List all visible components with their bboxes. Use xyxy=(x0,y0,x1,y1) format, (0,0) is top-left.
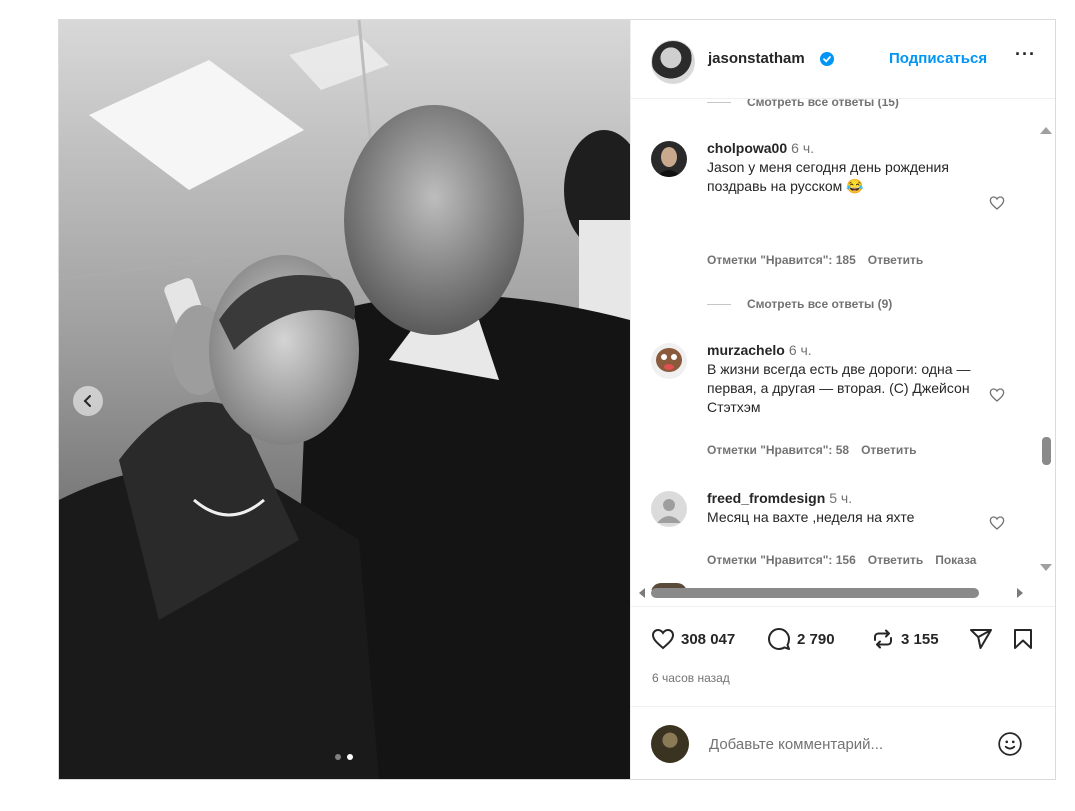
view-replies-link[interactable]: Смотреть все ответы (15) xyxy=(707,99,899,109)
post-side-panel: jasonstatham Подписаться ··· Смотреть вс… xyxy=(630,20,1055,779)
default-avatar-icon xyxy=(651,491,687,527)
send-icon[interactable] xyxy=(969,627,993,651)
comment-meta: Отметки "Нравится": 185 Ответить xyxy=(707,253,935,267)
comment-body: cholpowa00 6 ч. Jason у меня сегодня день… xyxy=(707,139,977,196)
heart-icon[interactable] xyxy=(651,627,675,651)
carousel-dots xyxy=(335,754,353,760)
scroll-thumb xyxy=(651,588,979,598)
show-replies-button[interactable]: Показа xyxy=(935,553,976,567)
scroll-down-arrow-icon xyxy=(1040,564,1052,571)
carousel-dot xyxy=(335,754,341,760)
comment-input[interactable] xyxy=(707,731,991,757)
share-action[interactable] xyxy=(969,627,993,651)
commenter-avatar[interactable] xyxy=(651,491,687,527)
comment-likes[interactable]: Отметки "Нравится": 156 xyxy=(707,553,856,567)
previous-image-button[interactable] xyxy=(73,386,103,416)
scroll-left-arrow-icon xyxy=(639,588,645,598)
like-action[interactable]: 308 047 xyxy=(651,627,735,651)
scroll-up-arrow-icon xyxy=(1040,127,1052,134)
comment-action[interactable]: 2 790 xyxy=(767,627,835,651)
comment-meta: Отметки "Нравится": 58 Ответить xyxy=(707,443,929,457)
reply-button[interactable]: Ответить xyxy=(868,253,923,267)
horizontal-scrollbar[interactable] xyxy=(631,580,1036,606)
comment-text: Месяц на вахте ,неделя на яхте xyxy=(707,509,915,525)
repost-action[interactable]: 3 155 xyxy=(871,627,939,651)
likes-count[interactable]: 308 047 xyxy=(681,631,735,648)
comment-text: В жизни всегда есть две дороги: одна — п… xyxy=(707,361,971,415)
commenter-avatar[interactable] xyxy=(651,141,687,177)
comment-body: murzachelo 6 ч. В жизни всегда есть две д… xyxy=(707,341,977,417)
comment-body: freed_fromdesign 5 ч. Месяц на вахте ,нед… xyxy=(707,489,977,527)
avatar-image xyxy=(651,343,687,379)
author-username[interactable]: jasonstatham xyxy=(708,50,805,67)
smiley-icon[interactable] xyxy=(997,731,1023,757)
comment-username[interactable]: cholpowa00 xyxy=(707,140,787,156)
divider-line xyxy=(707,101,731,103)
repost-icon[interactable] xyxy=(871,627,895,651)
post-photo[interactable] xyxy=(59,20,630,779)
comments-list[interactable]: Смотреть все ответы (15) cholpowa00 6 ч. … xyxy=(631,99,1036,590)
add-comment-bar xyxy=(631,706,1055,779)
comment-likes[interactable]: Отметки "Нравится": 58 xyxy=(707,443,849,457)
comment-username[interactable]: murzachelo xyxy=(707,342,785,358)
comment-bubble-icon[interactable] xyxy=(767,627,791,651)
comment-meta: Отметки "Нравится": 156 Ответить Показа xyxy=(707,553,988,567)
vertical-scrollbar[interactable] xyxy=(1036,99,1056,590)
divider-line xyxy=(707,303,731,305)
comment-likes[interactable]: Отметки "Нравится": 185 xyxy=(707,253,856,267)
avatar-image xyxy=(651,141,687,177)
view-replies-label: Смотреть все ответы (15) xyxy=(747,99,899,109)
comment-time: 6 ч. xyxy=(788,342,812,358)
save-action[interactable] xyxy=(1011,627,1035,651)
chevron-left-icon xyxy=(83,395,91,407)
current-user-avatar xyxy=(651,725,689,763)
verified-badge-icon xyxy=(820,52,834,66)
bookmark-icon[interactable] xyxy=(1011,627,1035,651)
photo-image xyxy=(59,20,630,779)
view-replies-label: Смотреть все ответы (9) xyxy=(747,297,893,311)
scroll-thumb xyxy=(1042,437,1051,465)
heart-icon[interactable] xyxy=(989,387,1005,403)
reply-button[interactable]: Ответить xyxy=(868,553,923,567)
more-options-icon[interactable]: ··· xyxy=(1015,44,1036,65)
reposts-count: 3 155 xyxy=(901,630,939,648)
post-time-ago[interactable]: 6 часов назад xyxy=(652,671,730,685)
comment-time: 5 ч. xyxy=(829,490,853,506)
view-replies-link[interactable]: Смотреть все ответы (9) xyxy=(707,297,892,311)
carousel-dot-active xyxy=(347,754,353,760)
comment-text: Jason у меня сегодня день рождения поздр… xyxy=(707,159,949,194)
reply-button[interactable]: Ответить xyxy=(861,443,916,457)
author-avatar[interactable] xyxy=(651,40,695,84)
post-dialog: jasonstatham Подписаться ··· Смотреть вс… xyxy=(58,19,1056,780)
scroll-right-arrow-icon xyxy=(1017,588,1023,598)
comment-time: 6 ч. xyxy=(791,140,814,156)
heart-icon[interactable] xyxy=(989,195,1005,211)
comments-count: 2 790 xyxy=(797,630,835,648)
commenter-avatar[interactable] xyxy=(651,343,687,379)
follow-button[interactable]: Подписаться xyxy=(889,50,987,67)
comment-username[interactable]: freed_fromdesign xyxy=(707,490,825,506)
heart-icon[interactable] xyxy=(989,515,1005,531)
post-header: jasonstatham Подписаться ··· xyxy=(631,20,1055,99)
